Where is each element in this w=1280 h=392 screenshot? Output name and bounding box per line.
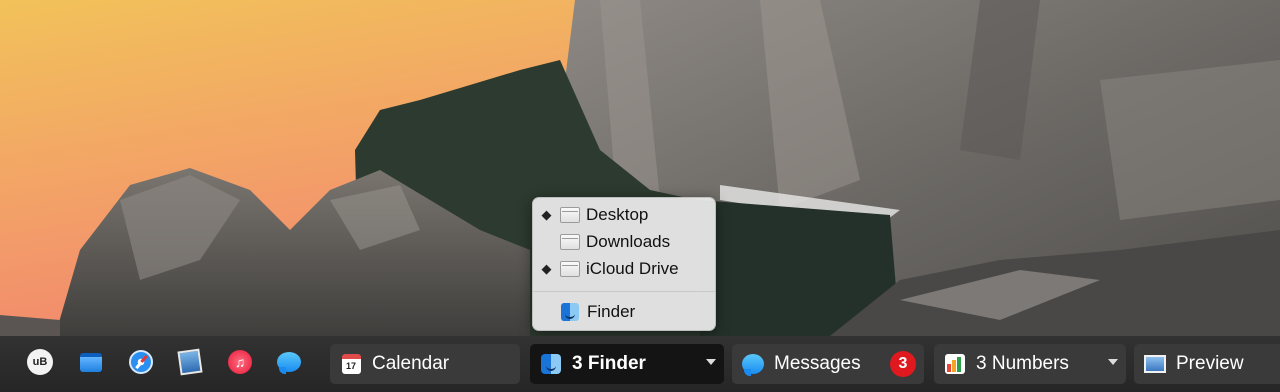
menu-item-icloud-drive[interactable]: ◆ iCloud Drive (533, 256, 717, 282)
menu-item-label: Desktop (586, 205, 649, 224)
window-icon[interactable] (77, 348, 105, 376)
folder-icon (560, 261, 580, 277)
menu-item-finder-app[interactable]: Finder (533, 299, 717, 325)
menu-item-desktop[interactable]: ◆ Desktop (533, 202, 717, 228)
menu-item-label: iCloud Drive (586, 259, 679, 278)
unread-badge: 3 (890, 351, 916, 377)
menu-item-label: Finder (587, 302, 636, 321)
numbers-icon (944, 353, 966, 375)
taskbar-button-messages[interactable]: Messages 3 (732, 344, 924, 384)
menu-separator (533, 291, 715, 292)
chevron-down-icon[interactable] (1108, 359, 1118, 365)
taskbar-button-preview[interactable]: Preview (1134, 344, 1280, 384)
taskbar-button-label: Messages (774, 353, 861, 374)
itunes-icon[interactable]: ♫ (226, 348, 254, 376)
taskbar-button-label: Preview (1176, 353, 1244, 374)
menu-item-label: Downloads (586, 232, 671, 251)
active-marker-icon: ◆ (541, 207, 552, 222)
preview-icon (1144, 353, 1166, 375)
calendar-icon: 17 (340, 353, 362, 375)
messages-icon (742, 353, 764, 376)
taskbar-button-label: 3 Numbers (976, 353, 1069, 374)
taskbar-button-finder[interactable]: 3 Finder (530, 344, 724, 384)
folder-icon (560, 207, 580, 223)
taskbar: uB ♫ 17 Calendar 3 Finder Messages 3 3 N… (0, 336, 1280, 392)
safari-icon[interactable] (127, 348, 155, 376)
ubar-logo-icon[interactable]: uB (26, 348, 54, 376)
taskbar-button-calendar[interactable]: 17 Calendar (330, 344, 520, 384)
folder-icon (560, 234, 580, 250)
active-marker-icon: ◆ (541, 261, 552, 276)
finder-icon (561, 303, 579, 321)
chevron-down-icon[interactable] (706, 359, 716, 365)
finder-windows-menu: ◆ Desktop Downloads ◆ iCloud Drive Finde… (532, 197, 716, 331)
preview-photo-icon[interactable] (176, 348, 204, 376)
finder-icon (540, 353, 562, 375)
taskbar-button-label: Calendar (372, 353, 450, 374)
taskbar-button-numbers[interactable]: 3 Numbers (934, 344, 1126, 384)
taskbar-button-label: 3 Finder (572, 353, 646, 374)
menu-item-downloads[interactable]: Downloads (533, 229, 717, 255)
messages-icon[interactable] (275, 348, 303, 376)
